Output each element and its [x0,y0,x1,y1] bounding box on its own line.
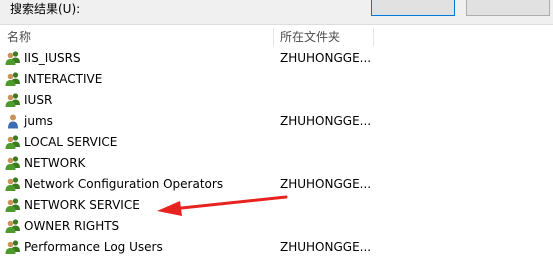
annotation-arrow [157,195,288,216]
